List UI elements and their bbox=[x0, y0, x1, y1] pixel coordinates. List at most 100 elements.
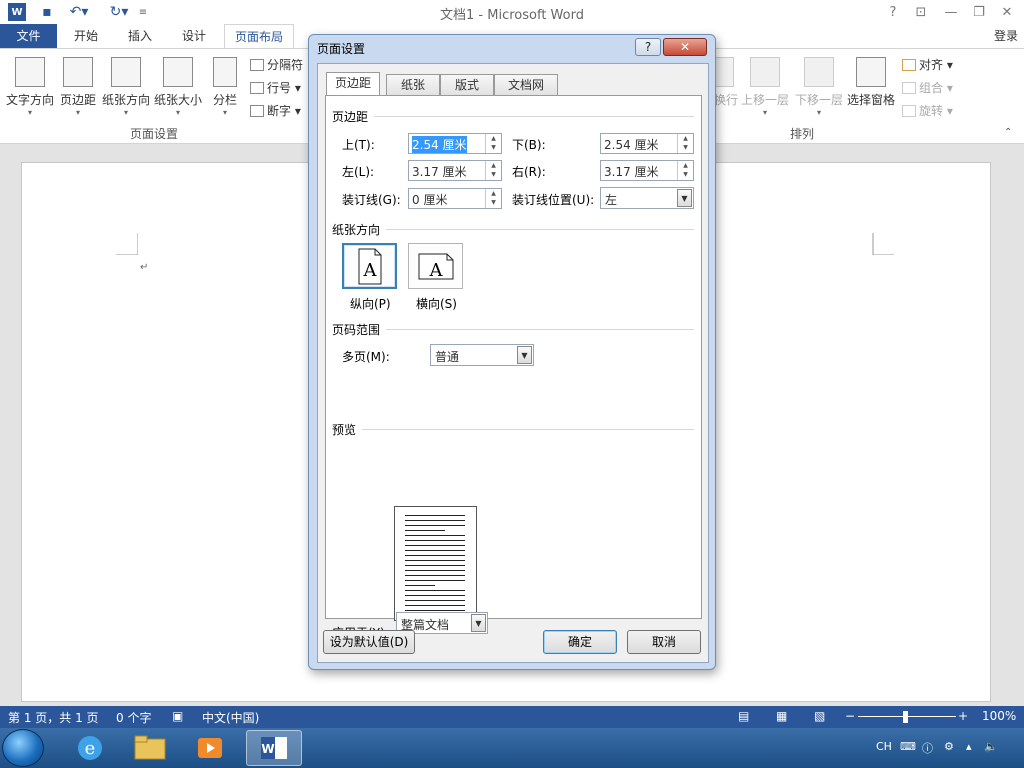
orientation-button[interactable]: 纸张方向 ▾ bbox=[102, 57, 150, 118]
proofing-icon[interactable]: ▣ bbox=[172, 709, 183, 723]
language-indicator[interactable]: 中文(中国) bbox=[202, 709, 259, 726]
gutter-position-select[interactable]: 左 ▼ bbox=[600, 187, 694, 209]
keyboard-icon[interactable]: ⌨ bbox=[900, 740, 916, 753]
crop-mark-top-right bbox=[872, 233, 894, 255]
tab-home[interactable]: 开始 bbox=[64, 24, 108, 48]
spin-down-icon[interactable]: ▼ bbox=[678, 143, 693, 152]
minimize-button[interactable]: — bbox=[940, 3, 962, 21]
read-mode-icon[interactable]: ▤ bbox=[738, 709, 749, 723]
word-count[interactable]: 0 个字 bbox=[116, 709, 151, 726]
right-margin-input[interactable]: 3.17 厘米 ▲ ▼ bbox=[600, 160, 694, 181]
title-bar: W ▪ ↶▾ ↻▾ ≡ 文档1 - Microsoft Word ? ⊡ — ❐… bbox=[0, 0, 1024, 24]
tab-margins[interactable]: 页边距 bbox=[326, 72, 381, 96]
media-player-icon[interactable] bbox=[184, 730, 236, 766]
tab-document-grid[interactable]: 文档网格 bbox=[494, 74, 558, 112]
bring-forward-icon bbox=[750, 57, 780, 87]
chevron-down-icon[interactable]: ▼ bbox=[517, 346, 532, 364]
tab-design[interactable]: 设计 bbox=[172, 24, 216, 48]
taskbar: e W CH ⌨ ⓘ ⚙ ▴ 🔈 bbox=[0, 728, 1024, 768]
left-margin-label: 左(L): bbox=[342, 165, 375, 179]
dialog-help-button[interactable]: ? bbox=[635, 38, 661, 56]
word-taskbar-icon[interactable]: W bbox=[246, 730, 302, 766]
hyphenation-button[interactable]: 断字 ▾ bbox=[250, 101, 301, 121]
spin-down-icon[interactable]: ▼ bbox=[486, 143, 501, 152]
set-default-button[interactable]: 设为默认值(D) bbox=[323, 630, 415, 654]
bring-forward-button[interactable]: 上移一层 ▾ bbox=[740, 57, 790, 118]
system-tray: CH ⌨ ⓘ ⚙ ▴ 🔈 bbox=[860, 728, 1024, 768]
help-tray-icon[interactable]: ⓘ bbox=[922, 740, 933, 756]
tab-layout[interactable]: 版式 bbox=[440, 74, 494, 96]
status-bar: 第 1 页，共 1 页 0 个字 ▣ 中文(中国) ▤ ▦ ▧ − + 100% bbox=[0, 706, 1024, 728]
tab-file[interactable]: 文件 bbox=[0, 24, 57, 48]
columns-icon bbox=[213, 57, 237, 87]
landscape-page-icon: A bbox=[418, 253, 454, 281]
right-margin-label: 右(R): bbox=[512, 165, 546, 179]
ok-button[interactable]: 确定 bbox=[543, 630, 617, 654]
rotate-button[interactable]: 旋转 ▾ bbox=[902, 101, 953, 121]
breaks-button[interactable]: 分隔符 bbox=[250, 55, 303, 75]
send-backward-icon bbox=[804, 57, 834, 87]
bottom-margin-input[interactable]: 2.54 厘米 ▲ ▼ bbox=[600, 133, 694, 154]
close-button[interactable]: ✕ bbox=[996, 3, 1018, 21]
collapse-ribbon-icon[interactable]: ⌃ bbox=[1004, 127, 1012, 138]
spin-up-icon[interactable]: ▲ bbox=[486, 161, 501, 170]
tab-insert[interactable]: 插入 bbox=[118, 24, 162, 48]
gutter-input[interactable]: 0 厘米 ▲ ▼ bbox=[408, 188, 502, 209]
print-layout-icon[interactable]: ▦ bbox=[776, 709, 787, 723]
hyphenation-icon bbox=[250, 105, 264, 117]
zoom-in-icon[interactable]: + bbox=[958, 709, 968, 723]
page-preview bbox=[394, 506, 477, 621]
align-button[interactable]: 对齐 ▾ bbox=[902, 55, 953, 75]
input-language[interactable]: CH bbox=[876, 740, 892, 753]
page-count[interactable]: 第 1 页，共 1 页 bbox=[8, 709, 99, 726]
spin-down-icon[interactable]: ▼ bbox=[486, 170, 501, 179]
portrait-option[interactable]: A bbox=[342, 243, 397, 289]
margins-button[interactable]: 页边距 ▾ bbox=[58, 57, 98, 118]
breaks-icon bbox=[250, 59, 264, 71]
cancel-button[interactable]: 取消 bbox=[627, 630, 701, 654]
paper-size-icon bbox=[163, 57, 193, 87]
columns-button[interactable]: 分栏 ▾ bbox=[210, 57, 240, 118]
text-direction-button[interactable]: 文字方向 ▾ bbox=[6, 57, 54, 118]
ie-icon[interactable]: e bbox=[64, 730, 116, 766]
spin-down-icon[interactable]: ▼ bbox=[678, 170, 693, 179]
line-numbers-icon bbox=[250, 82, 264, 94]
settings-tray-icon[interactable]: ⚙ bbox=[944, 740, 954, 753]
spin-up-icon[interactable]: ▲ bbox=[678, 161, 693, 170]
start-button[interactable] bbox=[2, 729, 44, 767]
volume-icon[interactable]: 🔈 bbox=[984, 740, 998, 753]
paragraph-mark-icon: ↵ bbox=[140, 262, 149, 273]
help-icon[interactable]: ? bbox=[882, 3, 904, 21]
section-preview: 预览 bbox=[332, 423, 357, 437]
login-link[interactable]: 登录 bbox=[994, 24, 1018, 48]
multiple-pages-select[interactable]: 普通 ▼ bbox=[430, 344, 534, 366]
spin-up-icon[interactable]: ▲ bbox=[678, 134, 693, 143]
top-margin-input[interactable]: 2.54 厘米 ▲ ▼ bbox=[408, 133, 502, 154]
group-button[interactable]: 组合 ▾ bbox=[902, 78, 953, 98]
chevron-down-icon[interactable]: ▼ bbox=[677, 189, 692, 207]
zoom-level[interactable]: 100% bbox=[982, 709, 1016, 723]
dialog-close-button[interactable]: ✕ bbox=[663, 38, 707, 56]
tab-paper[interactable]: 纸张 bbox=[386, 74, 440, 96]
tab-page-layout[interactable]: 页面布局 bbox=[224, 24, 295, 48]
spin-up-icon[interactable]: ▲ bbox=[486, 134, 501, 143]
bottom-margin-label: 下(B): bbox=[512, 138, 546, 152]
show-hidden-icons[interactable]: ▴ bbox=[966, 740, 972, 753]
multiple-pages-label: 多页(M): bbox=[342, 350, 390, 364]
spin-up-icon[interactable]: ▲ bbox=[486, 189, 501, 198]
left-margin-input[interactable]: 3.17 厘米 ▲ ▼ bbox=[408, 160, 502, 181]
text-direction-icon bbox=[15, 57, 45, 87]
web-layout-icon[interactable]: ▧ bbox=[814, 709, 825, 723]
file-explorer-icon[interactable] bbox=[124, 730, 176, 766]
chevron-down-icon[interactable]: ▼ bbox=[471, 614, 486, 632]
send-backward-button[interactable]: 下移一层 ▾ bbox=[794, 57, 844, 118]
ribbon-display-icon[interactable]: ⊡ bbox=[910, 3, 932, 21]
spin-down-icon[interactable]: ▼ bbox=[486, 198, 501, 207]
zoom-slider-thumb[interactable] bbox=[903, 711, 908, 723]
maximize-button[interactable]: ❐ bbox=[968, 3, 990, 21]
size-button[interactable]: 纸张大小 ▾ bbox=[154, 57, 202, 118]
zoom-out-icon[interactable]: − bbox=[845, 709, 855, 723]
selection-pane-button[interactable]: 选择窗格 bbox=[846, 57, 896, 108]
landscape-option[interactable]: A bbox=[408, 243, 463, 289]
line-numbers-button[interactable]: 行号 ▾ bbox=[250, 78, 301, 98]
